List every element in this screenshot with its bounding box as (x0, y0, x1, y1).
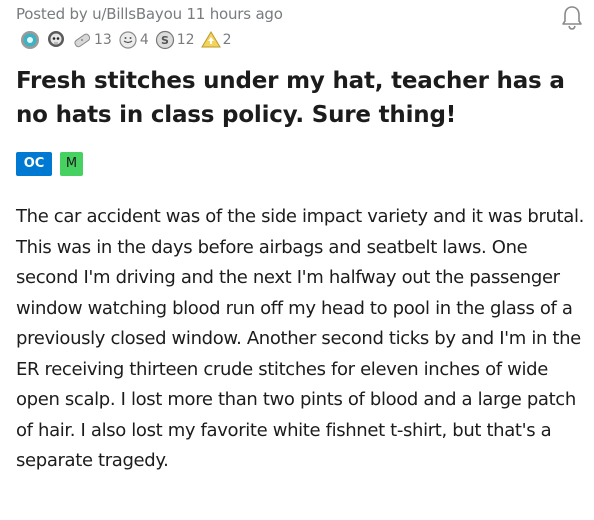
hug-award-icon (118, 30, 138, 50)
award-bandage[interactable]: 13 (72, 30, 112, 50)
flair-row: OC M (16, 152, 91, 176)
bandage-award-icon (72, 30, 92, 50)
awards-row: 13 4 S 12 2 (20, 29, 238, 51)
post-meta: Posted by u/BillsBayou 11 hours ago (16, 5, 283, 23)
award-hug[interactable]: 4 (118, 30, 149, 50)
post-body: The car accident was of the side impact … (16, 206, 584, 471)
m-flair[interactable]: M (60, 152, 83, 176)
svg-text:S: S (161, 34, 169, 47)
notification-bell-icon[interactable] (557, 3, 587, 33)
skull-award-icon (46, 30, 66, 50)
award-count: 4 (139, 32, 149, 48)
helpful-award-icon (200, 30, 221, 50)
award-silver[interactable]: S 12 (155, 30, 195, 50)
award-count: 2 (222, 32, 232, 48)
silver-award-icon: S (155, 30, 175, 50)
oc-flair[interactable]: OC (16, 152, 52, 176)
award-count: 13 (94, 32, 112, 48)
gem-award-icon (20, 30, 40, 50)
award-skull[interactable] (46, 30, 66, 50)
award-helpful[interactable]: 2 (200, 30, 232, 50)
award-count: 12 (176, 32, 195, 48)
post-title[interactable]: Fresh stitches under my hat, teacher has… (16, 64, 576, 132)
award-gem[interactable] (20, 30, 40, 50)
